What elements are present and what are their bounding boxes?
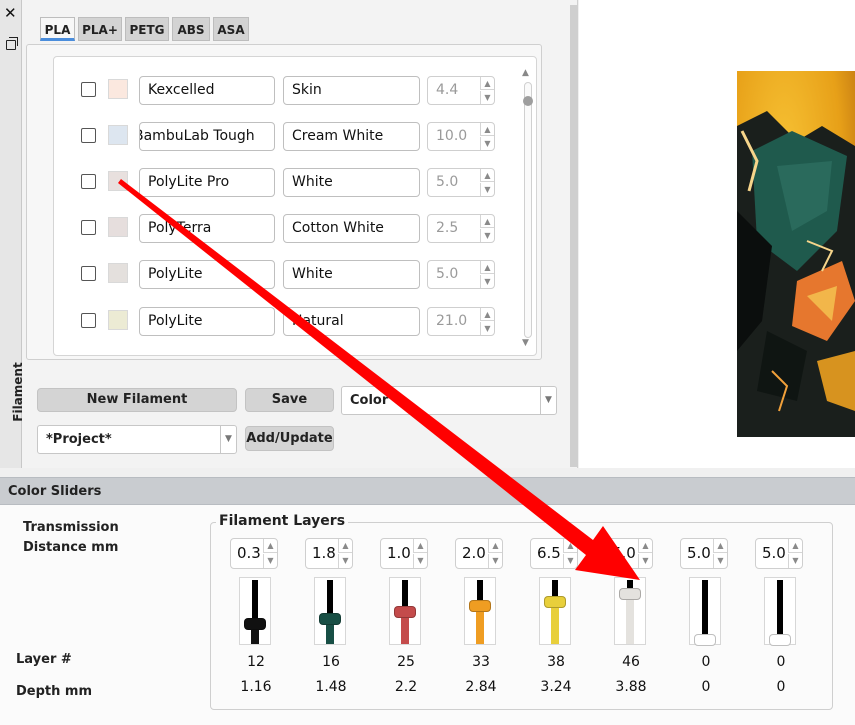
layer-td-value: 5.0 <box>762 544 786 562</box>
layer-slider[interactable] <box>539 577 571 645</box>
layer-td-spinbox[interactable]: 5.0 ▲ ▼ <box>680 538 728 569</box>
spin-down-icon[interactable]: ▼ <box>638 554 652 568</box>
spin-up-icon[interactable]: ▲ <box>788 539 802 553</box>
layer-td-spinbox[interactable]: 1.0 ▲ ▼ <box>380 538 428 569</box>
slider-handle[interactable] <box>469 600 491 612</box>
layer-td-value: 5.0 <box>687 544 711 562</box>
layer-td-value: 0.3 <box>237 544 261 562</box>
layer-td-spinbox[interactable]: 5.0 ▲ ▼ <box>605 538 653 569</box>
layer-slider[interactable] <box>314 577 346 645</box>
depth-value: 2.84 <box>465 679 497 695</box>
layer-td-value: 6.5 <box>537 544 561 562</box>
spin-up-icon[interactable]: ▲ <box>263 539 277 553</box>
depth-value: 1.48 <box>315 679 347 695</box>
spin-up-icon[interactable]: ▲ <box>638 539 652 553</box>
spin-down-icon[interactable]: ▼ <box>713 554 727 568</box>
spin-up-icon[interactable]: ▲ <box>488 539 502 553</box>
filament-layers: 0.3 ▲ ▼ 12 1.16 1.8 ▲ ▼ 16 1.48 1.0 ▲ ▼ 25 2.2 2.0 ▲ ▼ 33 2… <box>0 0 855 725</box>
layer-slider[interactable] <box>614 577 646 645</box>
layer-td-spinbox[interactable]: 1.8 ▲ ▼ <box>305 538 353 569</box>
slider-handle[interactable] <box>244 618 266 630</box>
slider-handle[interactable] <box>394 606 416 618</box>
layer-slider[interactable] <box>464 577 496 645</box>
spin-up-icon[interactable]: ▲ <box>338 539 352 553</box>
layer-number-value: 38 <box>547 654 565 670</box>
spin-down-icon[interactable]: ▼ <box>413 554 427 568</box>
slider-handle[interactable] <box>769 634 791 646</box>
spin-down-icon[interactable]: ▼ <box>263 554 277 568</box>
layer-slider[interactable] <box>239 577 271 645</box>
slider-handle[interactable] <box>544 596 566 608</box>
spin-up-icon[interactable]: ▲ <box>563 539 577 553</box>
spin-down-icon[interactable]: ▼ <box>788 554 802 568</box>
layer-number-value: 0 <box>701 654 711 670</box>
layer-slider[interactable] <box>389 577 421 645</box>
layer-number-value: 25 <box>397 654 415 670</box>
layer-td-value: 1.8 <box>312 544 336 562</box>
layer-number-value: 12 <box>247 654 265 670</box>
spin-up-icon[interactable]: ▲ <box>713 539 727 553</box>
layer-slider[interactable] <box>689 577 721 646</box>
slider-handle[interactable] <box>694 634 716 646</box>
slider-handle[interactable] <box>619 588 641 600</box>
layer-number-value: 0 <box>776 654 786 670</box>
layer-number-value: 33 <box>472 654 490 670</box>
layer-td-value: 2.0 <box>462 544 486 562</box>
depth-value: 0 <box>701 679 711 695</box>
spin-down-icon[interactable]: ▼ <box>338 554 352 568</box>
depth-value: 3.24 <box>540 679 572 695</box>
layer-slider[interactable] <box>764 577 796 646</box>
layer-td-spinbox[interactable]: 0.3 ▲ ▼ <box>230 538 278 569</box>
depth-value: 3.88 <box>615 679 647 695</box>
depth-value: 1.16 <box>240 679 272 695</box>
spin-down-icon[interactable]: ▼ <box>488 554 502 568</box>
depth-value: 2.2 <box>394 679 418 695</box>
spin-up-icon[interactable]: ▲ <box>413 539 427 553</box>
depth-value: 0 <box>776 679 786 695</box>
layer-td-spinbox[interactable]: 2.0 ▲ ▼ <box>455 538 503 569</box>
slider-fill <box>551 602 559 644</box>
layer-td-value: 5.0 <box>612 544 636 562</box>
layer-number-value: 46 <box>622 654 640 670</box>
slider-handle[interactable] <box>319 613 341 625</box>
layer-td-spinbox[interactable]: 6.5 ▲ ▼ <box>530 538 578 569</box>
spin-down-icon[interactable]: ▼ <box>563 554 577 568</box>
layer-td-spinbox[interactable]: 5.0 ▲ ▼ <box>755 538 803 569</box>
layer-td-value: 1.0 <box>387 544 411 562</box>
slider-fill <box>626 594 634 644</box>
layer-number-value: 16 <box>322 654 340 670</box>
